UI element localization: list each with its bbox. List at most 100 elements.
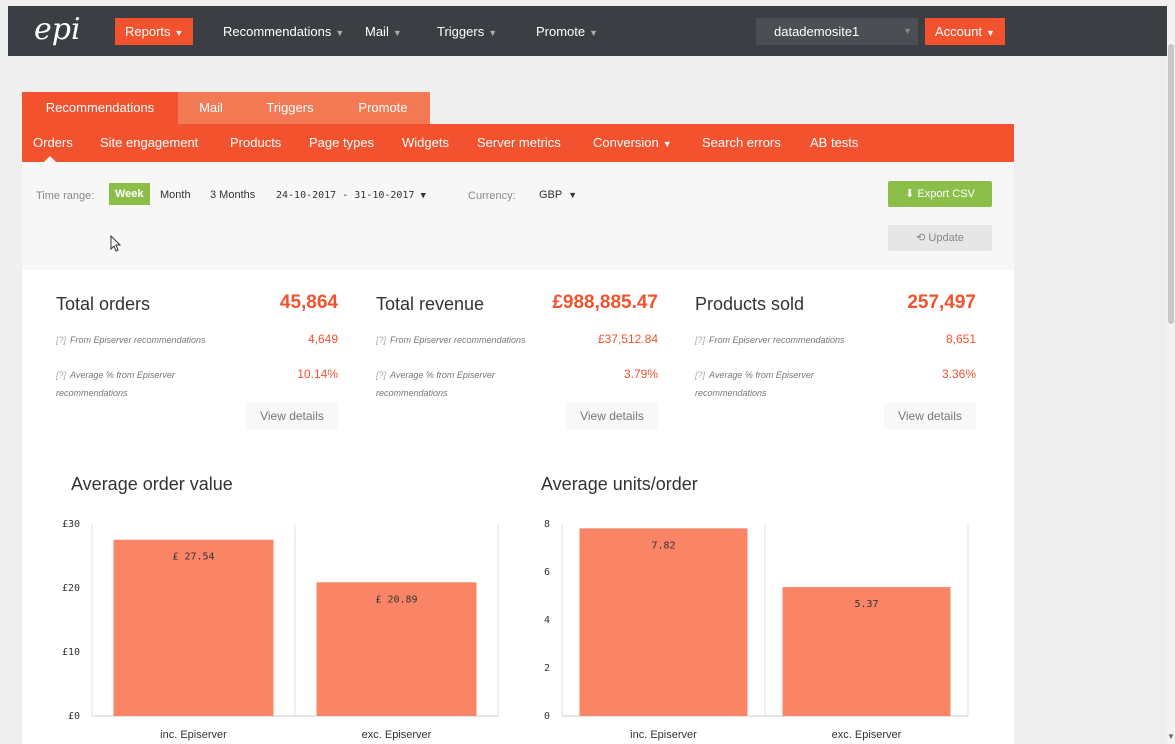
chevron-down-icon: ▼	[420, 191, 426, 201]
stat-avg-label: [?] Average % from Episerver recommendatio…	[695, 366, 814, 402]
site-name: datademosite1	[774, 24, 860, 39]
nav-mail-label: Mail	[365, 24, 389, 39]
top-navbar: epi Reports ▼ Recommendations ▼ Mail ▼ Trig…	[8, 6, 1167, 56]
subnav-server-metrics[interactable]: Server metrics	[477, 124, 561, 162]
mouse-cursor-icon	[110, 235, 122, 252]
stat-avg-value: 10.14%	[297, 367, 338, 381]
stat-from-text: From Episerver recommendations	[709, 335, 845, 345]
chevron-down-icon: ▼	[568, 190, 578, 200]
stat-total-revenue: Total revenue £988,885.47 [?] From Episer…	[376, 290, 658, 440]
export-label: Export CSV	[917, 188, 975, 200]
subnav-widgets[interactable]: Widgets	[402, 124, 449, 162]
stat-from-value: £37,512.84	[597, 332, 658, 346]
stat-avg-text-1: Average % from Episerver	[70, 370, 175, 380]
chevron-down-icon: ▼	[392, 28, 402, 38]
stat-from-text: From Episerver recommendations	[390, 335, 526, 345]
export-csv-button[interactable]: ⬇ Export CSV	[888, 181, 992, 207]
nav-triggers[interactable]: Triggers ▼	[427, 18, 507, 45]
stat-value: £988,885.47	[552, 292, 658, 313]
refresh-icon: ⟲	[916, 232, 926, 244]
stat-avg-text-2: recommendations	[56, 388, 128, 398]
subnav-search-errors[interactable]: Search errors	[702, 124, 781, 162]
chart-title-units-order: Average units/order	[541, 474, 698, 494]
y-tick-label: 2	[544, 663, 550, 674]
update-label: Update	[928, 232, 964, 244]
nav-promote[interactable]: Promote ▼	[526, 18, 608, 45]
chevron-down-icon: ▼	[903, 26, 912, 36]
stat-title: Total orders	[56, 294, 151, 314]
bar[interactable]	[113, 539, 274, 716]
stat-avg-label: [?] Average % from Episerver recommendatio…	[376, 366, 495, 402]
help-icon[interactable]: [?]	[695, 335, 705, 345]
range-week-button[interactable]: Week	[109, 183, 150, 205]
stat-avg-text-1: Average % from Episerver	[390, 370, 495, 380]
tab-mail[interactable]: Mail	[178, 92, 244, 124]
range-month-button[interactable]: Month	[160, 189, 191, 201]
stat-from-value: 4,649	[307, 332, 338, 346]
stat-from-label: [?] From Episerver recommendations	[695, 331, 845, 349]
chevron-down-icon: ▼	[335, 28, 345, 38]
stat-avg-label: [?] Average % from Episerver recommendatio…	[56, 366, 175, 402]
bar[interactable]	[579, 528, 748, 716]
chevron-down-icon: ▼	[662, 139, 672, 149]
chevron-down-icon: ▼	[985, 28, 995, 38]
x-category-label: inc. Episerver	[160, 729, 227, 741]
nav-reports[interactable]: Reports ▼	[115, 18, 194, 45]
date-range-picker[interactable]: 24-10-2017 - 31-10-2017 ▼	[276, 190, 426, 201]
site-selector[interactable]: datademosite1 ▼	[756, 18, 918, 45]
nav-mail[interactable]: Mail ▼	[355, 18, 412, 45]
tab-triggers[interactable]: Triggers	[244, 92, 336, 124]
nav-promote-label: Promote	[536, 24, 586, 39]
stat-from-label: [?] From Episerver recommendations	[56, 331, 206, 349]
tab-promote[interactable]: Promote	[336, 92, 430, 124]
x-category-label: exc. Episerver	[362, 729, 432, 741]
epi-logo[interactable]: epi	[34, 15, 81, 45]
stat-title: Products sold	[695, 294, 805, 314]
view-details-button[interactable]: View details	[246, 403, 338, 429]
range-3-months-button[interactable]: 3 Months	[210, 189, 255, 201]
nav-recommendations[interactable]: Recommendations ▼	[213, 18, 354, 45]
chart-average-units-order: 0 2 4 6 8 7.82 inc. Episerver 5.37 exc. Episerve…	[544, 519, 969, 741]
scroll-down-arrow-icon[interactable]: ▼	[1167, 732, 1175, 742]
help-icon[interactable]: [?]	[56, 335, 66, 345]
bar-data-label: £ 27.54	[172, 552, 214, 563]
subnav-ab-tests[interactable]: AB tests	[810, 124, 858, 162]
stat-total-orders: Total orders 45,864 [?] From Episerver re…	[56, 290, 338, 440]
help-icon[interactable]: [?]	[695, 370, 705, 380]
subnav-page-types[interactable]: Page types	[309, 124, 374, 162]
stat-title: Total revenue	[376, 294, 485, 314]
stat-avg-value: 3.79%	[623, 367, 658, 381]
stat-avg-text-2: recommendations	[695, 388, 767, 398]
help-icon[interactable]: [?]	[56, 370, 66, 380]
update-button[interactable]: ⟲ Update	[888, 225, 992, 251]
currency-value: GBP	[539, 189, 563, 201]
subnav-active-pointer	[44, 156, 56, 162]
currency-select[interactable]: GBP ▼	[539, 189, 577, 201]
y-tick-label: 0	[544, 711, 550, 722]
time-range-label: Time range:	[36, 190, 95, 202]
help-icon[interactable]: [?]	[376, 335, 386, 345]
nav-triggers-label: Triggers	[437, 24, 485, 39]
scrollbar-thumb[interactable]	[1168, 44, 1174, 324]
report-controls: Time range: Week Month 3 Months 24-10-20…	[22, 162, 1014, 270]
date-range-value: 24-10-2017 - 31-10-2017	[276, 190, 415, 201]
stat-from-text: From Episerver recommendations	[70, 335, 206, 345]
y-tick-label: £20	[62, 583, 80, 594]
stat-avg-text-1: Average % from Episerver	[709, 370, 814, 380]
view-details-button[interactable]: View details	[884, 403, 976, 429]
tab-recommendations[interactable]: Recommendations	[22, 92, 178, 124]
product-tabs: Recommendations Mail Triggers Promote	[22, 92, 1014, 124]
stat-products-sold: Products sold 257,497 [?] From Episerver …	[695, 290, 976, 440]
subnav-site-engagement[interactable]: Site engagement	[100, 124, 198, 162]
stat-value: 45,864	[279, 292, 338, 313]
y-tick-label: 6	[544, 567, 550, 578]
y-tick-label: 4	[544, 615, 550, 626]
subnav-conversion[interactable]: Conversion ▼	[593, 124, 672, 162]
view-details-button[interactable]: View details	[566, 403, 658, 429]
subnav-products[interactable]: Products	[230, 124, 281, 162]
account-menu[interactable]: Account ▼	[925, 18, 1005, 45]
y-tick-label: £0	[68, 711, 80, 722]
chevron-down-icon: ▼	[589, 28, 599, 38]
report-panel: Recommendations Mail Triggers Promote Or…	[22, 92, 1014, 744]
help-icon[interactable]: [?]	[376, 370, 386, 380]
